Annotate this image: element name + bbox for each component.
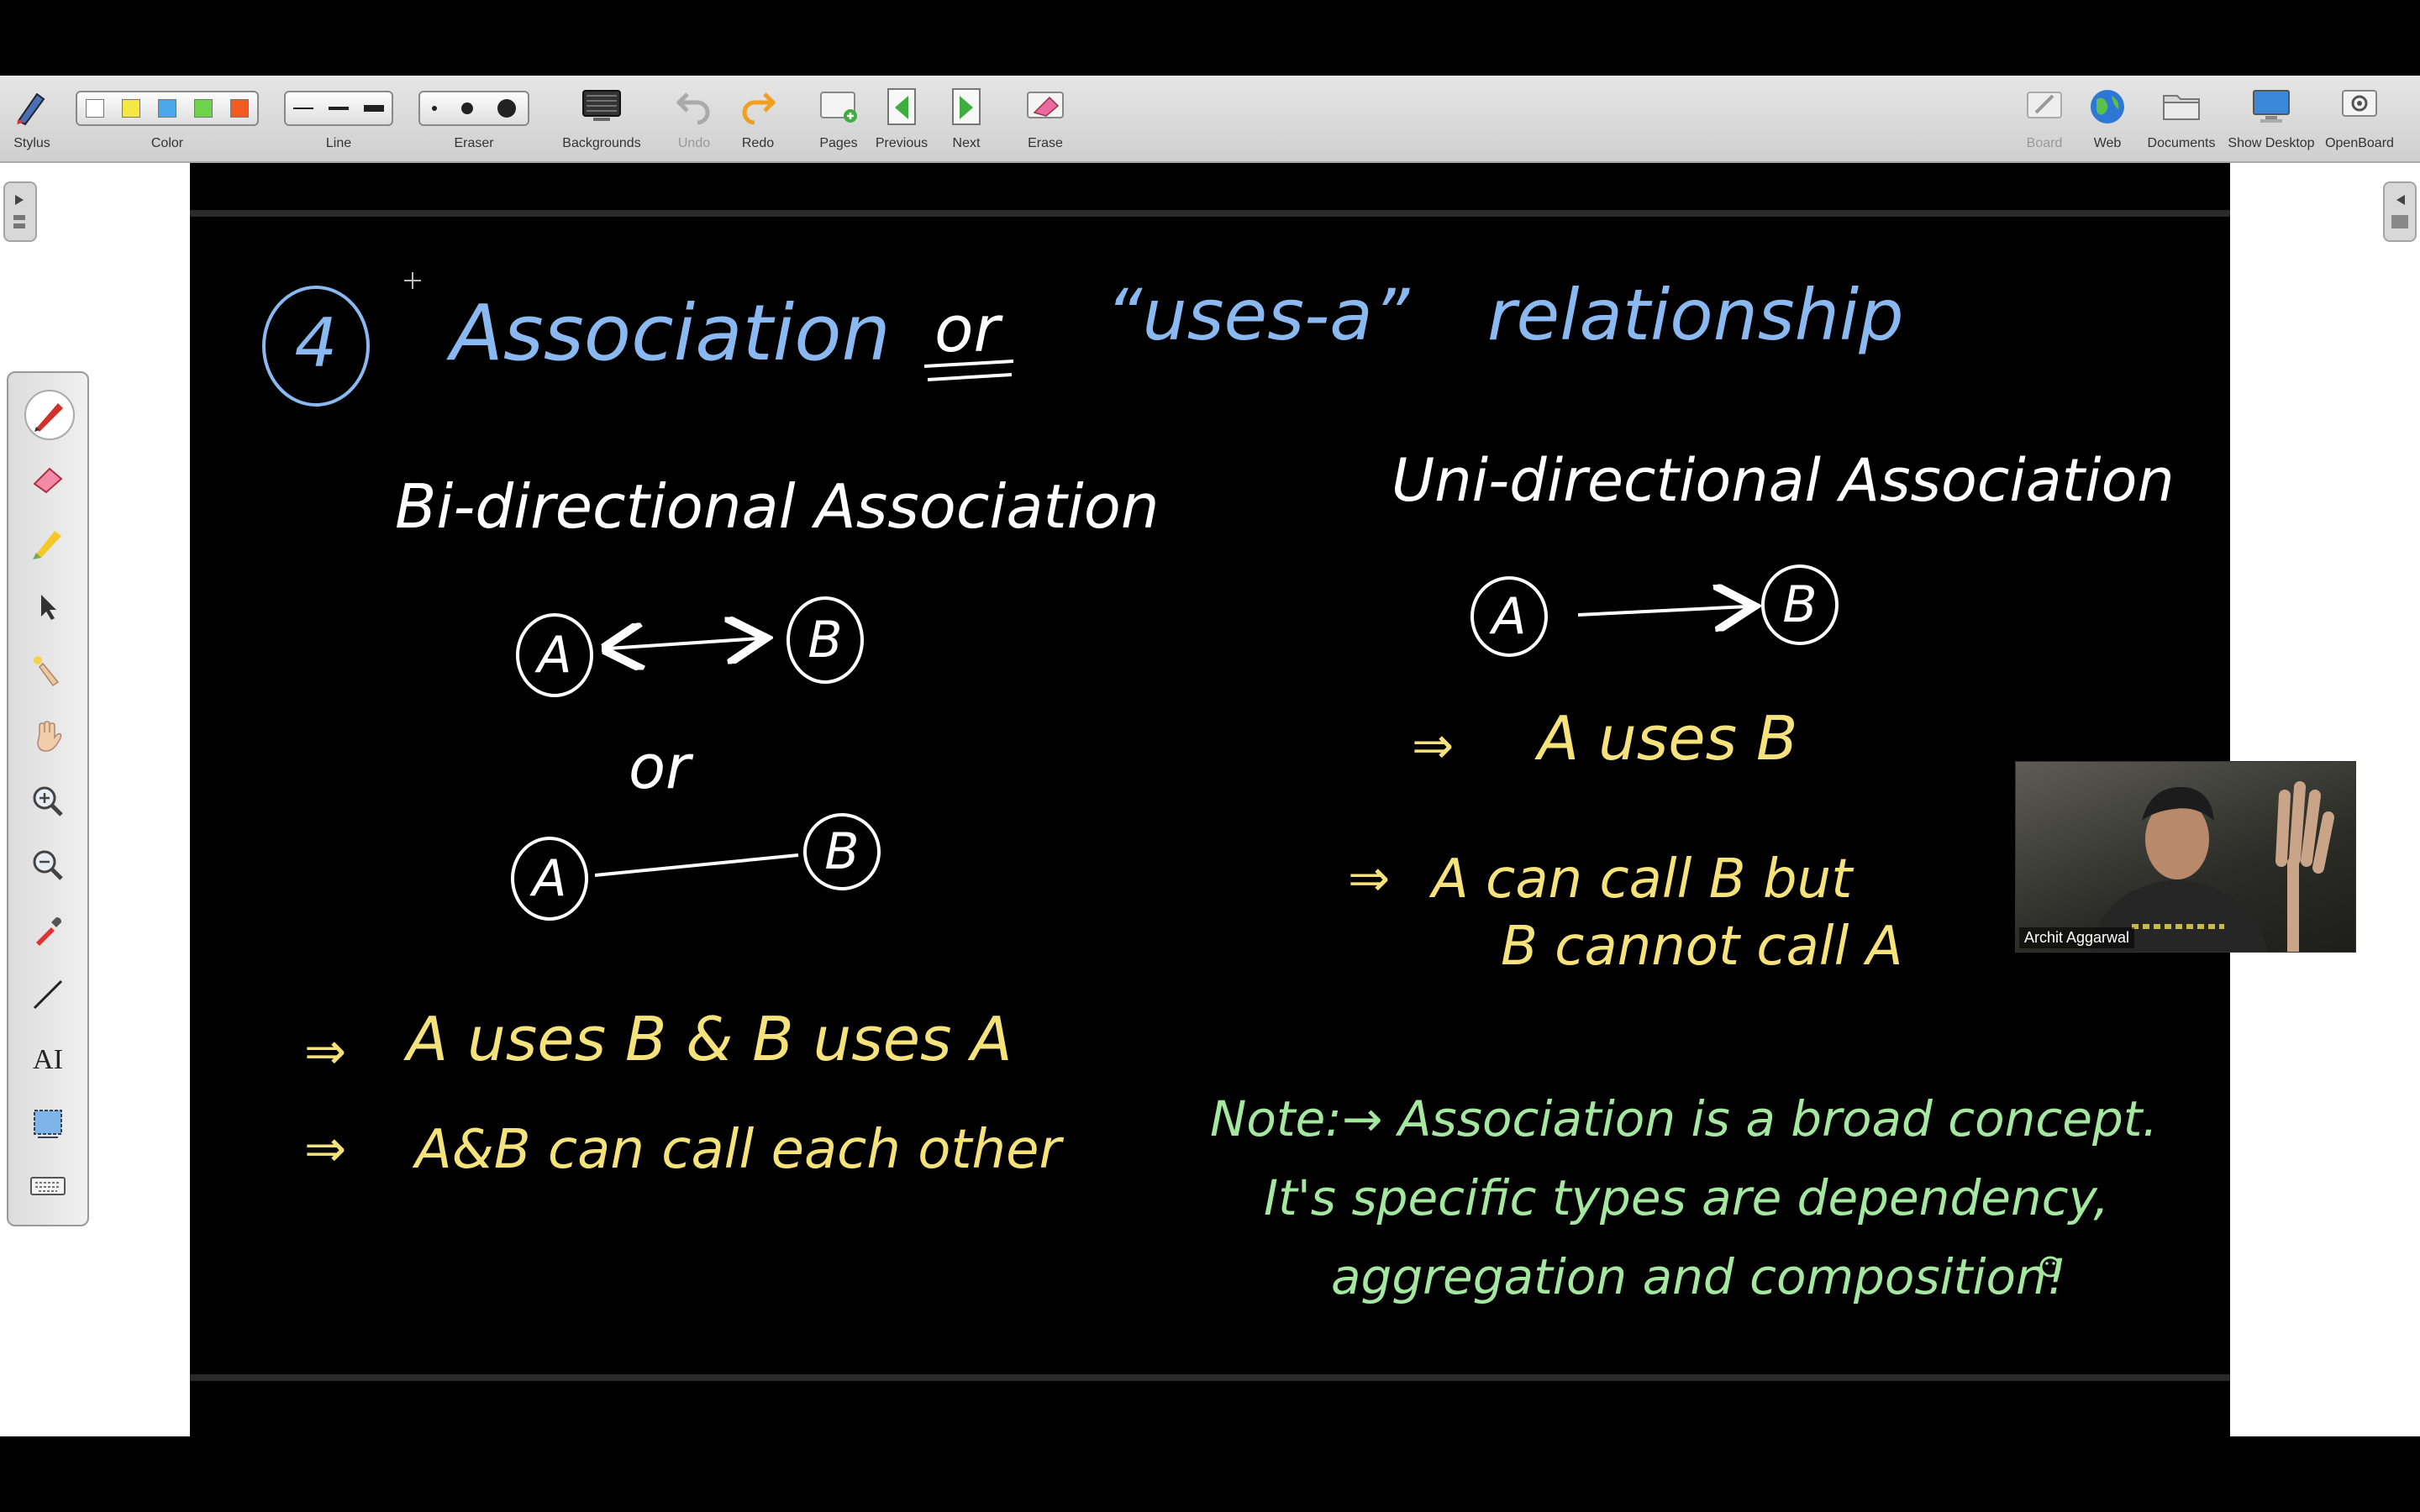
bi-implies-1: ⇒ bbox=[304, 1022, 346, 1081]
heading-quote: “uses-a” bbox=[1106, 274, 1411, 356]
heading-or-underline bbox=[923, 360, 1014, 381]
bi-point-1: A uses B & B uses A bbox=[403, 1004, 1013, 1074]
participant-video[interactable]: Archit Aggarwal bbox=[2015, 761, 2356, 953]
crosshair-cursor-icon bbox=[404, 272, 421, 289]
uni-directional-title: Uni-directional Association bbox=[1392, 446, 2175, 515]
bi-diagram-arrow: A B bbox=[516, 596, 864, 697]
uni-implies-1: ⇒ bbox=[1412, 717, 1454, 775]
uni-node-b-label: B bbox=[1782, 575, 1817, 634]
bi-point-2: A&B can call each other bbox=[412, 1119, 1064, 1181]
heading-or: or bbox=[934, 291, 1003, 366]
participant-silhouette-icon bbox=[2091, 781, 2334, 952]
note-line-3: aggregation and composition! bbox=[1331, 1248, 2066, 1305]
heading-number: 4 bbox=[295, 304, 338, 382]
bi-directional-title: Bi-directional Association bbox=[395, 471, 1159, 542]
uni-point-2a: A can call B but bbox=[1428, 848, 1854, 911]
or-text: or bbox=[629, 732, 694, 802]
uni-point-1: A uses B bbox=[1534, 703, 1797, 774]
uni-diagram-arrow: A B bbox=[1470, 564, 1839, 657]
uni-point-2b: B cannot call A bbox=[1501, 916, 1902, 978]
bi-implies-2: ⇒ bbox=[304, 1120, 346, 1179]
note-line-1: Note:→ Association is a broad concept. bbox=[1210, 1090, 2158, 1147]
uni-implies-2: ⇒ bbox=[1348, 849, 1390, 908]
board-ink-layer: 4 Association or “uses-a” relationship B… bbox=[262, 272, 2175, 1305]
node-b-label: B bbox=[808, 611, 842, 669]
node-a-label: A bbox=[534, 626, 571, 685]
uni-node-a-label: A bbox=[1488, 587, 1526, 646]
participant-name: Archit Aggarwal bbox=[2019, 927, 2135, 948]
heading-relationship: relationship bbox=[1487, 274, 1904, 356]
bi-diagram-line: A B bbox=[511, 813, 881, 921]
heading-title: Association bbox=[446, 288, 891, 378]
note-line-2: It's specific types are dependency, bbox=[1264, 1169, 2109, 1226]
node-b-label-2: B bbox=[824, 822, 859, 881]
node-a-label-2: A bbox=[529, 849, 566, 908]
